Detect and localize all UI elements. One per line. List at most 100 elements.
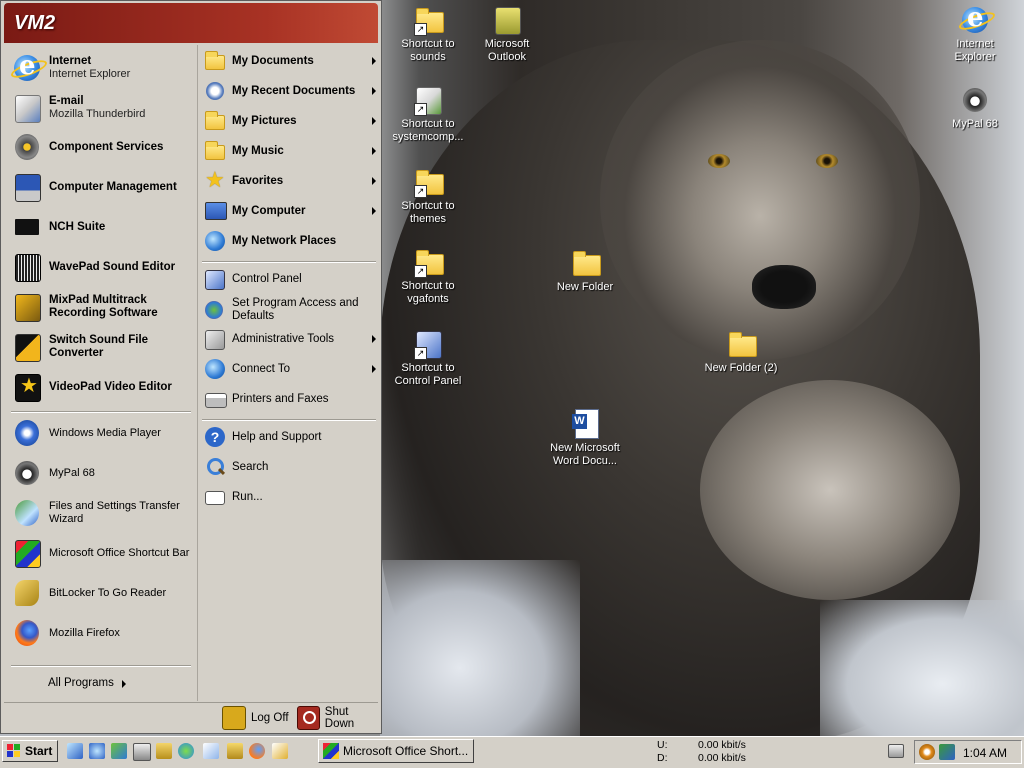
- desktop-icon-shortcut-themes[interactable]: ↗ Shortcut to themes: [383, 166, 473, 226]
- menu-item-title: Switch Sound File: [49, 334, 149, 346]
- quicklaunch-mail-icon[interactable]: [272, 743, 288, 759]
- menu-item-title: VideoPad Video Editor: [49, 380, 172, 393]
- menu-link-label: Control Panel: [232, 273, 302, 285]
- start-item-files-settings-transfer[interactable]: Files and Settings Transfer Wizard: [5, 495, 195, 531]
- connect-globe-icon: [204, 358, 226, 380]
- start-menu-left-column: InternetInternet Explorer E-mailMozilla …: [5, 45, 195, 701]
- menu-item-subtitle: Mozilla Thunderbird: [49, 108, 146, 120]
- start-link-administrative-tools[interactable]: Administrative Tools: [198, 326, 380, 352]
- start-link-my-pictures[interactable]: My Pictures: [198, 108, 380, 134]
- menu-separator: [202, 261, 376, 263]
- start-link-my-documents[interactable]: My Documents: [198, 48, 380, 74]
- desktop-icon-label: Shortcut to sounds: [401, 38, 455, 63]
- net-download-label: D:: [657, 752, 668, 764]
- documents-folder-icon: [204, 50, 226, 72]
- keyboard-icon[interactable]: [888, 744, 904, 758]
- waveform-icon: [11, 251, 43, 283]
- start-item-email[interactable]: E-mail Mozilla Thunderbird: [5, 89, 195, 127]
- taskbar: Start Microsoft Office Short... U: D: 0.…: [0, 736, 1024, 768]
- desktop-icon-new-word-document[interactable]: New Microsoft Word Docu...: [540, 408, 630, 468]
- shut-down-button[interactable]: Shut Down: [297, 706, 378, 730]
- desktop-icon-shortcut-systemcomp[interactable]: ↗ Shortcut to systemcomp...: [383, 84, 473, 144]
- desktop-icon-shortcut-vgafonts[interactable]: ↗ Shortcut to vgafonts: [383, 246, 473, 306]
- menu-separator: [11, 665, 191, 667]
- quicklaunch-explorer-icon[interactable]: [227, 743, 243, 759]
- tray-search-icon[interactable]: [919, 744, 935, 760]
- start-item-nch-suite[interactable]: NCH Suite: [5, 209, 195, 245]
- menu-item-subtitle: Internet Explorer: [49, 68, 131, 80]
- office-shortcut-bar-icon: [323, 743, 339, 759]
- start-item-mypal[interactable]: MyPal 68: [5, 455, 195, 491]
- start-item-wavepad[interactable]: WavePad Sound Editor: [5, 249, 195, 285]
- start-link-my-network-places[interactable]: My Network Places: [198, 228, 380, 254]
- desktop-icon-label: New Folder (2): [704, 362, 778, 374]
- start-link-run[interactable]: Run...: [198, 484, 380, 510]
- start-item-bitlocker[interactable]: BitLocker To Go Reader: [5, 575, 195, 611]
- net-upload-label: U:: [657, 739, 668, 751]
- quicklaunch-folder-icon[interactable]: [156, 743, 172, 759]
- start-link-control-panel[interactable]: Control Panel: [198, 266, 380, 292]
- menu-item-title: Windows Media Player: [49, 426, 161, 439]
- quicklaunch-ie-icon[interactable]: [89, 743, 105, 759]
- menu-item-title-line2: Converter: [49, 347, 104, 359]
- menu-item-title: MixPad Multitrack: [49, 294, 147, 306]
- shut-down-label: Shut Down: [324, 706, 355, 730]
- net-download-value: 0.00 kbit/s: [698, 752, 746, 764]
- start-item-component-services[interactable]: Component Services: [5, 129, 195, 165]
- nch-icon: [11, 211, 43, 243]
- start-item-videopad[interactable]: ★ VideoPad Video Editor: [5, 369, 195, 405]
- quicklaunch-globe-icon[interactable]: [178, 743, 194, 759]
- key-icon: [11, 577, 43, 609]
- menu-item-title: MyPal 68: [49, 466, 95, 479]
- menu-link-label: My Pictures: [232, 115, 297, 127]
- start-link-my-music[interactable]: My Music: [198, 138, 380, 164]
- start-link-set-program-access[interactable]: Set Program Access and Defaults: [198, 294, 380, 326]
- desktop-icon-mypal[interactable]: MyPal 68: [930, 84, 1020, 131]
- start-item-internet[interactable]: InternetInternet Explorer: [5, 49, 195, 87]
- menu-item-title: E-mail: [49, 95, 84, 107]
- start-item-computer-management[interactable]: Computer Management: [5, 169, 195, 205]
- quicklaunch-network-icon[interactable]: [111, 743, 127, 759]
- mixpad-icon: [11, 291, 43, 323]
- start-item-windows-media-player[interactable]: Windows Media Player: [5, 415, 195, 451]
- component-services-icon: [11, 131, 43, 163]
- start-link-my-recent-documents[interactable]: My Recent Documents: [198, 78, 380, 104]
- menu-link-label: My Documents: [232, 55, 314, 67]
- all-programs-button[interactable]: All Programs: [5, 671, 195, 695]
- start-button[interactable]: Start: [2, 740, 58, 762]
- start-link-printers-faxes[interactable]: Printers and Faxes: [198, 386, 380, 412]
- menu-separator: [202, 419, 376, 421]
- start-link-help-support[interactable]: ? Help and Support: [198, 424, 380, 450]
- start-link-search[interactable]: Search: [198, 454, 380, 480]
- quicklaunch-firefox-icon[interactable]: [249, 743, 265, 759]
- desktop-icon-shortcut-sounds[interactable]: ↗ Shortcut to sounds: [383, 4, 473, 64]
- start-item-office-shortcut-bar[interactable]: Microsoft Office Shortcut Bar: [5, 535, 195, 571]
- desktop-icon-new-folder[interactable]: New Folder: [540, 247, 630, 294]
- videopad-icon: ★: [11, 371, 43, 403]
- start-link-favorites[interactable]: ★ Favorites: [198, 167, 380, 194]
- system-shortcut-icon: ↗: [412, 84, 444, 116]
- mypal-icon: [11, 457, 43, 489]
- start-item-firefox[interactable]: Mozilla Firefox: [5, 615, 195, 651]
- start-link-my-computer[interactable]: My Computer: [198, 198, 380, 224]
- folder-shortcut-icon: ↗: [412, 246, 444, 278]
- log-off-button[interactable]: Log Off: [222, 706, 289, 730]
- desktop-icon-label: Internet Explorer: [954, 38, 996, 63]
- taskbar-button-office-shortcut[interactable]: Microsoft Office Short...: [318, 739, 474, 763]
- menu-link-label: Run...: [232, 491, 263, 503]
- start-item-switch[interactable]: Switch Sound File Converter: [5, 329, 195, 365]
- tray-network-icon[interactable]: [939, 744, 955, 760]
- quicklaunch-window-icon[interactable]: [203, 743, 219, 759]
- desktop-icon-internet-explorer[interactable]: Internet Explorer: [930, 3, 1020, 64]
- network-globe-icon: [204, 230, 226, 252]
- quicklaunch-cursor-icon[interactable]: [67, 743, 83, 759]
- menu-item-title: Microsoft Office Shortcut Bar: [49, 546, 190, 559]
- quicklaunch-show-desktop-icon[interactable]: [133, 743, 151, 761]
- clock[interactable]: 1:04 AM: [963, 746, 1007, 760]
- desktop-icon-new-folder-2[interactable]: New Folder (2): [696, 328, 786, 375]
- desktop-icon-microsoft-outlook[interactable]: Microsoft Outlook: [462, 4, 552, 64]
- start-item-mixpad[interactable]: MixPad Multitrack Recording Software: [5, 289, 195, 325]
- desktop-icon-shortcut-control-panel[interactable]: ↗ Shortcut to Control Panel: [383, 328, 473, 388]
- start-link-connect-to[interactable]: Connect To: [198, 356, 380, 382]
- star-icon: ★: [205, 167, 225, 192]
